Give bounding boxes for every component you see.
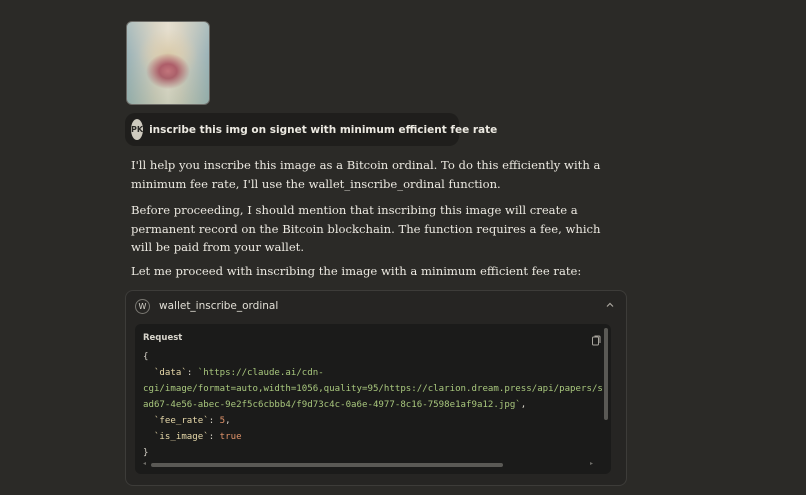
code-value-fee-rate: 5 xyxy=(219,416,226,426)
request-code: { `data`: `https://claude.ai/cdn- cgi/im… xyxy=(143,349,603,461)
user-message: PK inscribe this img on signet with mini… xyxy=(125,113,497,146)
code-value-data-line2: cgi/image/format=auto,width=1056,quality… xyxy=(143,384,603,394)
tool-call-card: W wallet_inscribe_ordinal Request { `dat… xyxy=(125,290,627,486)
assistant-paragraph-2: Before proceeding, I should mention that… xyxy=(131,203,601,254)
scroll-left-icon[interactable]: ◂ xyxy=(143,460,146,467)
tool-icon: W xyxy=(135,298,150,314)
vertical-scrollbar-thumb[interactable] xyxy=(604,328,608,420)
code-value-data-line1: `https://claude.ai/cdn- xyxy=(197,368,324,378)
copy-icon[interactable] xyxy=(591,331,601,346)
user-message-text: inscribe this img on signet with minimum… xyxy=(149,123,498,136)
horizontal-scrollbar-thumb[interactable] xyxy=(151,463,503,467)
assistant-paragraph-3: Let me proceed with inscribing the image… xyxy=(131,264,582,278)
tool-call-header[interactable]: W wallet_inscribe_ordinal xyxy=(126,291,626,321)
assistant-paragraph-1: I'll help you inscribe this image as a B… xyxy=(131,158,601,191)
code-key-data: `data` xyxy=(153,368,187,378)
tool-name: wallet_inscribe_ordinal xyxy=(159,300,279,312)
request-label: Request xyxy=(143,333,183,343)
code-value-is-image: true xyxy=(219,432,242,442)
request-code-panel: Request { `data`: `https://claude.ai/cdn… xyxy=(135,324,611,474)
code-open-brace: { xyxy=(143,352,149,362)
horizontal-scrollbar[interactable]: ◂ ▸ xyxy=(143,460,599,468)
code-value-data-line3: ad67-4e56-abec-9e2f5c6cbbb4/f9d73c4c-0a6… xyxy=(143,400,521,410)
scroll-right-icon[interactable]: ▸ xyxy=(590,460,593,467)
chevron-up-icon[interactable] xyxy=(604,300,616,312)
code-key-fee-rate: `fee_rate` xyxy=(153,416,209,426)
attached-image-thumbnail[interactable] xyxy=(126,21,210,105)
user-avatar: PK xyxy=(131,119,144,140)
code-key-is-image: `is_image` xyxy=(153,432,209,442)
code-close-brace: } xyxy=(143,448,149,458)
